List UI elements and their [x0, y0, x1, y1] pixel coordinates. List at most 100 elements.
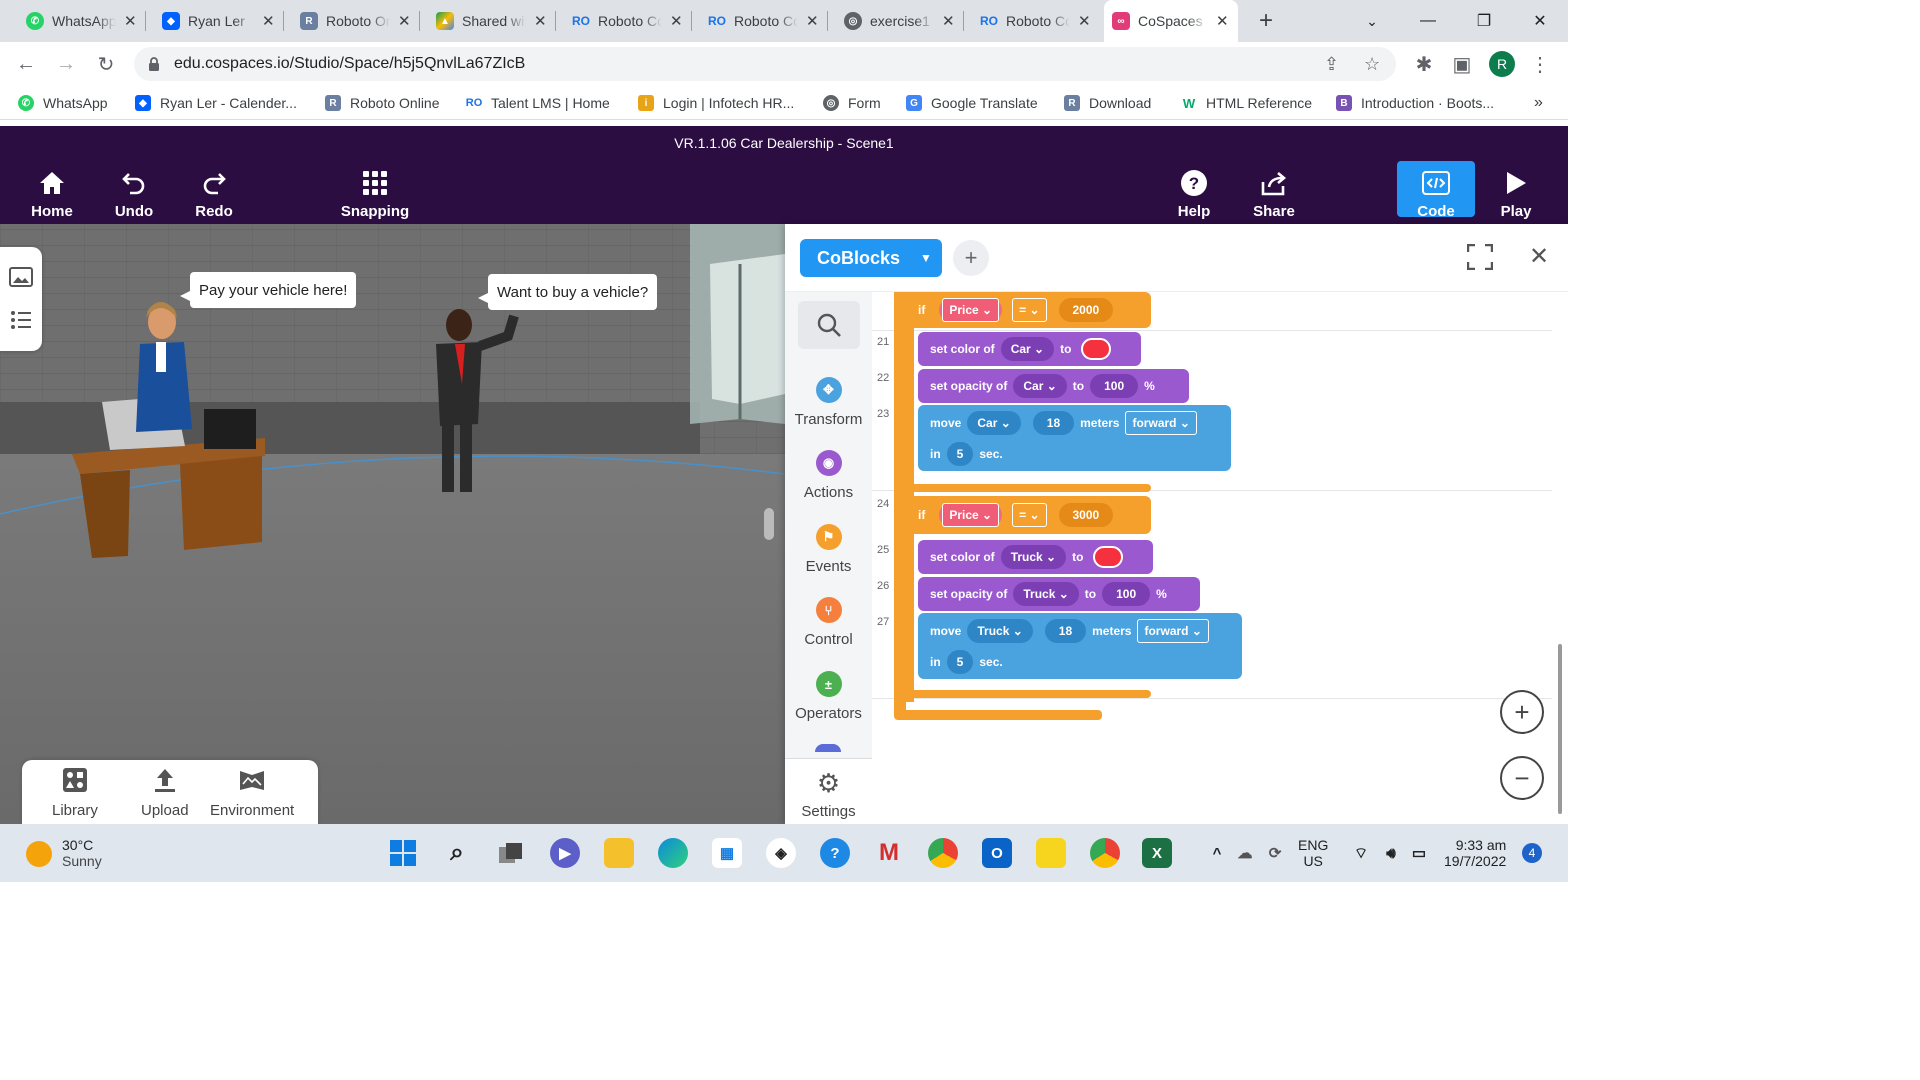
bookmark-html-reference[interactable]: W HTML Reference — [1181, 93, 1312, 113]
battery-icon[interactable]: ▭ — [1404, 838, 1434, 868]
distance-input[interactable]: 18 — [1044, 618, 1087, 643]
category-transform[interactable]: ✥ Transform — [785, 377, 872, 428]
browser-tab-shared[interactable]: ▲ Shared with me ✕ — [428, 0, 556, 42]
browser-tab-ryan[interactable]: ◆ Ryan Ler ✕ — [154, 0, 284, 42]
browser-tab-whatsapp[interactable]: ✆ WhatsApp ✕ — [18, 0, 146, 42]
list-icon[interactable] — [10, 310, 32, 330]
browser-tab-exercise[interactable]: ◎ exercise1 ✕ — [836, 0, 964, 42]
direction-select[interactable]: forward ⌄ — [1137, 618, 1209, 643]
variable-select[interactable]: Price ⌄ — [942, 298, 1000, 322]
chrome-icon[interactable] — [928, 838, 958, 868]
opacity-input[interactable]: 100 — [1090, 374, 1139, 398]
app-icon[interactable]: ◈ — [766, 838, 796, 868]
close-panel-icon[interactable]: ✕ — [1529, 242, 1549, 271]
browser-tab-roboto-coding-1[interactable]: RO Roboto Coding ✕ — [564, 0, 692, 42]
help-button[interactable]: ? Help — [1172, 164, 1216, 220]
move-block-truck[interactable]: move Truck ⌄ 18 meters forward ⌄ in 5 se… — [918, 613, 1242, 679]
price-variable-block[interactable]: Price ⌄ — [939, 503, 1003, 527]
notification-badge[interactable]: 4 — [1522, 843, 1542, 863]
bookmark-infotech[interactable]: i Login | Infotech HR... — [638, 93, 794, 113]
time-input[interactable]: 5 — [946, 441, 974, 466]
category-variables-partial[interactable] — [815, 744, 841, 752]
share-button[interactable]: Share — [1252, 164, 1296, 220]
close-tab-icon[interactable]: ✕ — [806, 12, 820, 30]
minimize-icon[interactable]: — — [1400, 0, 1456, 42]
new-tab-icon[interactable]: + — [1238, 0, 1294, 42]
edge-icon[interactable] — [658, 838, 688, 868]
share-page-icon[interactable]: ⇪ — [1324, 54, 1339, 75]
bookmark-download[interactable]: R Download — [1064, 93, 1151, 113]
home-button[interactable]: Home — [30, 164, 74, 220]
reload-icon[interactable]: ↻ — [92, 50, 120, 78]
settings-button[interactable]: ⚙ Settings — [785, 768, 872, 820]
windows-start-icon[interactable] — [388, 838, 418, 868]
weather-widget[interactable]: 30°C Sunny — [62, 824, 102, 882]
value-input[interactable]: 3000 — [1058, 503, 1114, 527]
set-opacity-block-truck[interactable]: set opacity of Truck ⌄ to 100 % — [918, 577, 1200, 611]
upload-button[interactable]: Upload — [141, 766, 189, 819]
browser-menu-icon[interactable]: ⋮ — [1526, 50, 1554, 78]
bookmark-whatsapp[interactable]: ✆ WhatsApp — [18, 93, 108, 113]
play-button[interactable]: Play — [1494, 164, 1538, 220]
browser-tab-roboto-coding-2[interactable]: RO Roboto Coding ✕ — [700, 0, 828, 42]
operator-select[interactable]: = ⌄ — [1012, 298, 1047, 322]
coblocks-dropdown[interactable]: CoBlocks ▼ — [800, 239, 942, 277]
category-control[interactable]: ⑂ Control — [785, 597, 872, 648]
bookmark-ryan-calender[interactable]: ◆ Ryan Ler - Calender... — [135, 93, 297, 113]
wifi-icon[interactable]: ⌔ — [1346, 838, 1376, 868]
set-color-block-car[interactable]: set color of Car ⌄ to — [918, 332, 1141, 366]
color-swatch[interactable] — [1081, 338, 1112, 360]
add-script-button[interactable]: + — [953, 240, 989, 276]
task-view-icon[interactable] — [496, 838, 526, 868]
bookmark-star-icon[interactable]: ☆ — [1364, 54, 1380, 75]
set-color-block-truck[interactable]: set color of Truck ⌄ to — [918, 540, 1153, 574]
scene-viewport[interactable]: Pay your vehicle here! Want to buy a veh… — [0, 224, 785, 824]
mcafee-icon[interactable]: M — [874, 838, 904, 868]
profile-avatar[interactable]: R — [1489, 51, 1515, 77]
color-swatch[interactable] — [1093, 546, 1124, 568]
microsoft-store-icon[interactable]: ▦ — [712, 838, 742, 868]
undo-button[interactable]: Undo — [112, 164, 156, 220]
variable-select[interactable]: Price ⌄ — [942, 503, 1000, 527]
outlook-icon[interactable]: O — [982, 838, 1012, 868]
redo-button[interactable]: Redo — [192, 164, 236, 220]
object-select[interactable]: Truck ⌄ — [1000, 545, 1067, 569]
language-indicator[interactable]: ENG US — [1298, 824, 1328, 882]
workspace-scrollbar[interactable] — [1558, 644, 1562, 814]
environment-button[interactable]: Environment — [210, 766, 294, 819]
bookmark-roboto-online[interactable]: R Roboto Online — [325, 93, 440, 113]
operator-select[interactable]: = ⌄ — [1012, 503, 1047, 527]
sticky-notes-icon[interactable] — [1036, 838, 1066, 868]
tab-search-chevron-icon[interactable]: ⌄ — [1344, 0, 1400, 42]
if-block-price-3000[interactable]: if Price ⌄ = ⌄ 3000 — [906, 496, 1151, 534]
fullscreen-icon[interactable] — [1466, 243, 1494, 277]
move-block-car[interactable]: move Car ⌄ 18 meters forward ⌄ in 5 sec. — [918, 405, 1231, 471]
gallery-icon[interactable] — [0, 247, 42, 351]
chrome-profile-icon[interactable] — [1090, 838, 1120, 868]
library-button[interactable]: Library — [52, 766, 98, 819]
object-select[interactable]: Truck ⌄ — [1013, 582, 1079, 606]
opacity-input[interactable]: 100 — [1102, 582, 1151, 606]
set-opacity-block-car[interactable]: set opacity of Car ⌄ to 100 % — [918, 369, 1189, 403]
zoom-out-button[interactable]: − — [1500, 756, 1544, 800]
time-input[interactable]: 5 — [946, 649, 974, 674]
address-bar[interactable]: edu.cospaces.io/Studio/Space/h5j5QnvlLa6… — [134, 47, 1396, 81]
close-tab-icon[interactable]: ✕ — [1078, 12, 1092, 30]
search-icon[interactable]: ⌕ — [442, 838, 472, 868]
show-hidden-icons-icon[interactable]: ^ — [1202, 838, 1232, 868]
forward-arrow-icon[interactable]: → — [52, 50, 80, 78]
distance-input[interactable]: 18 — [1032, 410, 1075, 435]
restore-icon[interactable]: ❐ — [1456, 0, 1512, 42]
more-bookmarks-icon[interactable]: » — [1534, 93, 1543, 113]
object-select[interactable]: Car ⌄ — [1013, 374, 1067, 398]
bookmark-google-translate[interactable]: G Google Translate — [906, 93, 1038, 113]
bookmark-form[interactable]: ◎ Form — [823, 93, 881, 113]
close-tab-icon[interactable]: ✕ — [262, 12, 276, 30]
extensions-icon[interactable]: ✱ — [1410, 50, 1438, 78]
object-select[interactable]: Car ⌄ — [967, 410, 1021, 435]
code-button[interactable]: Code — [1414, 164, 1458, 220]
bookmark-bootstrap[interactable]: B Introduction · Boots... — [1336, 93, 1494, 113]
browser-tab-roboto-coding-3[interactable]: RO Roboto Coding ✕ — [972, 0, 1100, 42]
browser-tab-cospaces[interactable]: ∞ CoSpaces ✕ — [1104, 0, 1238, 42]
teams-chat-icon[interactable]: ▶ — [550, 838, 580, 868]
